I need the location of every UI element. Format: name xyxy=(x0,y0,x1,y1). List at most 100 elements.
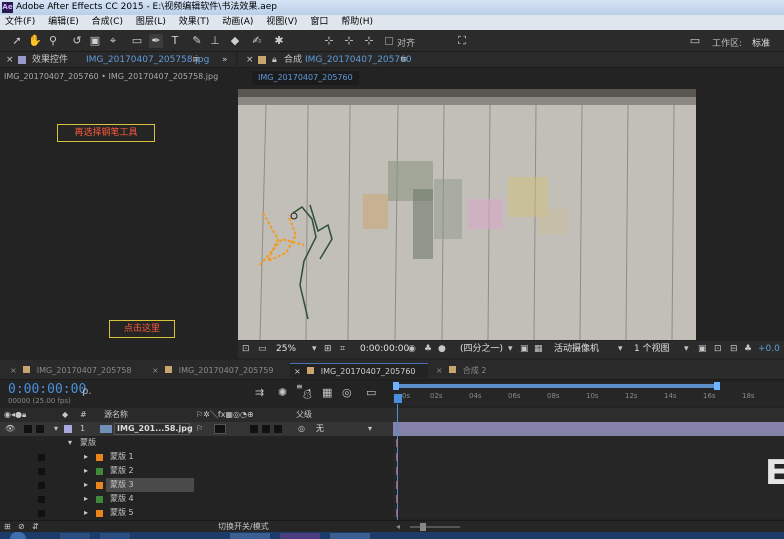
effect-controls-file[interactable]: IMG_20170407_205758.jpg xyxy=(86,52,209,68)
work-area-start-handle[interactable] xyxy=(393,382,399,390)
timeline-zoom-slider[interactable] xyxy=(410,526,460,528)
layer-name[interactable]: IMG_201...58.jpg xyxy=(114,423,193,435)
close-icon[interactable]: × xyxy=(10,366,17,375)
always-preview-icon[interactable]: ⊡ xyxy=(242,341,250,358)
shy-switch-icon[interactable]: ⚐ xyxy=(196,422,203,436)
quality-switch[interactable] xyxy=(214,424,226,434)
parent-select[interactable]: 无 xyxy=(316,422,376,436)
toggle-pixel-aspect-icon[interactable]: ▣ xyxy=(698,341,707,358)
mask-row[interactable]: ▸ 蒙版 5 xyxy=(0,506,393,518)
mask-name[interactable]: 蒙版 4 xyxy=(110,492,134,506)
pickwhip-icon[interactable]: ◎ xyxy=(298,422,305,436)
graph-editor-icon[interactable]: ▭ xyxy=(366,386,376,399)
tab-timeline-205758[interactable]: × IMG_20170407_205758 xyxy=(6,363,146,378)
mask-row[interactable]: ▸ 蒙版 2 xyxy=(0,464,393,478)
brush-tool-icon[interactable]: ✎ xyxy=(190,34,204,48)
close-icon[interactable]: × xyxy=(246,52,254,68)
rotate-tool-icon[interactable]: ↺ xyxy=(70,34,84,48)
motion-blur-switch[interactable] xyxy=(262,425,270,433)
composition-tab-label[interactable]: 合成 xyxy=(284,52,302,68)
mask-row[interactable]: ▸ 蒙版 1 xyxy=(0,450,393,464)
col-parent[interactable]: 父级 xyxy=(296,408,312,422)
menu-window[interactable]: 窗口 xyxy=(310,15,328,30)
dropdown-arrow-icon[interactable]: ▾ xyxy=(312,341,317,358)
mask-visibility-toggle[interactable] xyxy=(38,468,45,475)
taskbar-app-icon[interactable] xyxy=(60,533,90,539)
menu-edit[interactable]: 编辑(E) xyxy=(48,15,79,30)
viewer-timecode[interactable]: 0:00:00:00 xyxy=(360,341,409,358)
text-tool-icon[interactable]: T xyxy=(168,34,182,48)
exposure-value[interactable]: +0.0 xyxy=(758,341,780,358)
dropdown-arrow-icon[interactable]: ▾ xyxy=(684,341,689,358)
draft-3d-icon[interactable]: ✺ xyxy=(278,386,287,399)
expand-arrow-icon[interactable]: ▸ xyxy=(84,492,88,506)
mask-visibility-toggle[interactable] xyxy=(38,454,45,461)
expand-arrow-icon[interactable]: ▸ xyxy=(84,464,88,478)
mask-visibility-toggle[interactable] xyxy=(38,496,45,503)
mask-name[interactable]: 蒙版 1 xyxy=(110,450,134,464)
motion-blur-icon[interactable]: ◎ xyxy=(342,386,352,399)
mask-row[interactable]: ▸ 蒙版 4 xyxy=(0,492,393,506)
start-button-icon[interactable] xyxy=(10,532,26,539)
axis-world-icon[interactable]: ⊹ xyxy=(342,34,356,48)
roto-brush-tool-icon[interactable]: ✍ xyxy=(250,34,264,48)
snap-options-icon[interactable]: ⛶ xyxy=(455,34,469,48)
axis-view-icon[interactable]: ⊹ xyxy=(362,34,376,48)
frame-blending-icon[interactable]: ▦ xyxy=(322,386,332,399)
composition-viewer[interactable] xyxy=(238,89,696,340)
workspace-select[interactable]: 标准 xyxy=(752,36,770,49)
menu-layer[interactable]: 图层(L) xyxy=(136,15,166,30)
timeline-timecode[interactable]: 0:00:00:00 xyxy=(8,382,86,397)
views-select[interactable]: 1 个视图 xyxy=(634,341,670,358)
expand-arrow-icon[interactable]: ▸ xyxy=(84,506,88,518)
camera-tool-icon[interactable]: ▣ xyxy=(88,34,102,48)
expand-panel-icon[interactable]: » xyxy=(222,52,228,68)
panel-menu-icon[interactable]: ≡ xyxy=(400,52,408,68)
audio-toggle[interactable] xyxy=(24,425,32,433)
adjustment-switch[interactable] xyxy=(274,425,282,433)
taskbar-app-icon[interactable] xyxy=(330,533,370,539)
puppet-pin-tool-icon[interactable]: ✱ xyxy=(272,34,286,48)
region-of-interest-icon[interactable]: ⌗ xyxy=(340,341,345,358)
expand-arrow-icon[interactable]: ▸ xyxy=(84,450,88,464)
close-icon[interactable]: × xyxy=(436,366,443,375)
reset-exposure-icon[interactable]: ♣ xyxy=(744,341,752,358)
menu-effect[interactable]: 效果(T) xyxy=(179,15,210,30)
masks-group-row[interactable]: ▾ 蒙版 xyxy=(0,436,393,450)
dropdown-arrow-icon[interactable]: ▾ xyxy=(368,422,372,436)
solo-toggle[interactable] xyxy=(36,425,44,433)
close-icon[interactable]: × xyxy=(294,367,301,376)
search-icon[interactable]: ρ. xyxy=(82,386,92,397)
mask-name[interactable]: 蒙版 2 xyxy=(110,464,134,478)
menu-file[interactable]: 文件(F) xyxy=(5,15,35,30)
clone-stamp-tool-icon[interactable]: ⊥ xyxy=(208,34,222,48)
expand-arrow-icon[interactable]: ▾ xyxy=(68,436,72,450)
pen-tool-icon[interactable]: ✒ xyxy=(149,34,163,48)
taskbar-app-icon[interactable] xyxy=(280,533,320,539)
comp-mini-flowchart-icon[interactable]: ⇉ xyxy=(255,386,264,399)
layer-label-color[interactable] xyxy=(64,425,72,433)
show-snapshot-icon[interactable]: ♣ xyxy=(424,341,432,358)
hand-tool-icon[interactable]: ✋ xyxy=(28,34,42,48)
zoom-select[interactable]: 25% xyxy=(276,341,296,358)
fast-preview-icon[interactable]: ▣ xyxy=(520,341,529,358)
rectangle-tool-icon[interactable]: ▭ xyxy=(130,34,144,48)
mask-name[interactable]: 蒙版 5 xyxy=(110,506,134,518)
tab-comp-2[interactable]: × 合成 2 xyxy=(432,363,512,378)
eraser-tool-icon[interactable]: ◆ xyxy=(228,34,242,48)
fast-previews-icon[interactable]: ⊡ xyxy=(714,341,722,358)
mask-name[interactable]: 蒙版 3 xyxy=(106,478,194,492)
fx-switch[interactable] xyxy=(250,425,258,433)
transparency-grid-icon[interactable]: ▦ xyxy=(534,341,543,358)
mask-visibility-toggle[interactable] xyxy=(38,482,45,489)
zoom-slider-handle[interactable] xyxy=(420,523,426,531)
expand-layer-arrow-icon[interactable]: ▾ xyxy=(54,422,58,436)
snap-checkbox[interactable] xyxy=(385,37,393,45)
safe-margins-icon[interactable]: ⊞ xyxy=(324,341,332,358)
mask-color-swatch[interactable] xyxy=(96,468,103,475)
layer-bar[interactable] xyxy=(393,422,784,436)
close-icon[interactable]: × xyxy=(6,52,14,68)
selection-tool-icon[interactable]: ➚ xyxy=(10,34,24,48)
composition-tab-name[interactable]: IMG_20170407_205760 xyxy=(305,52,412,68)
dropdown-arrow-icon[interactable]: ▾ xyxy=(508,341,513,358)
